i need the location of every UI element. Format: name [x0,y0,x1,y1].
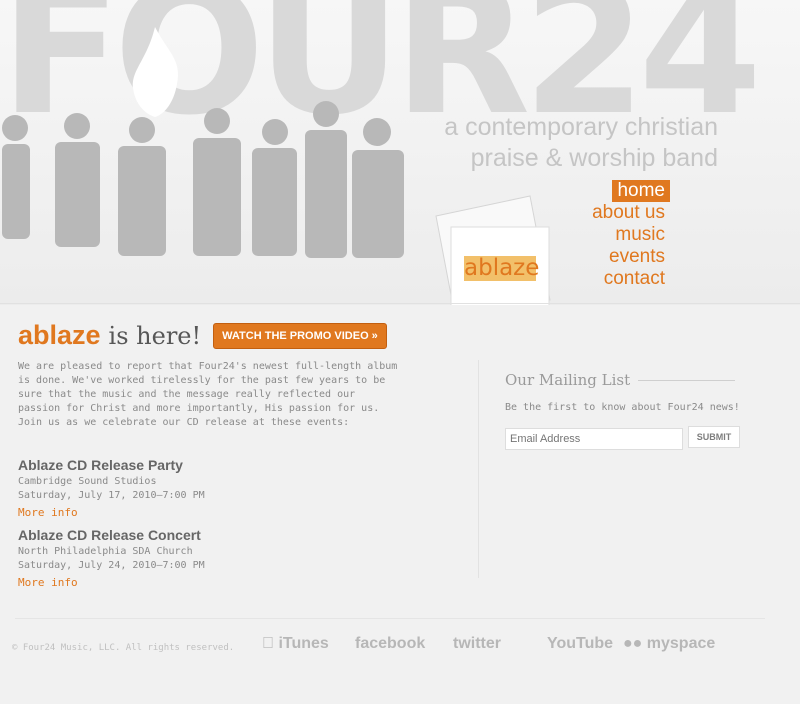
nav-item-about-us[interactable]: about us [587,202,670,224]
myspace-icon: ●● [623,635,643,652]
mailing-rule [638,379,735,381]
event-title: Ablaze CD Release Party [18,457,183,473]
mailing-title: Our Mailing List [505,371,631,389]
nav-item-music[interactable]: music [587,224,670,246]
header-divider [0,303,800,304]
mailing-header: Our Mailing List [505,371,735,389]
myspace-label: myspace [646,635,716,652]
event-2: Ablaze CD Release Concert North Philadel… [18,527,398,591]
column-separator [478,360,479,578]
myspace-link[interactable]: ●● myspace [623,635,715,653]
youtube-link[interactable]: YouTube [547,635,613,653]
nav-item-contact[interactable]: contact [587,268,670,290]
event-date: Saturday, July 24, 2010—7:00 PM [18,560,205,571]
twitter-link[interactable]: twitter [453,635,501,653]
mailing-text: Be the first to know about Four24 news! [505,402,740,413]
promo-heading: ablaze is here! WATCH THE PROMO VIDEO » [18,320,387,351]
submit-button[interactable]: SUBMIT [688,426,740,448]
facebook-link[interactable]: facebook [355,635,425,653]
main-navigation: home about us music events contact [587,180,670,290]
itunes-link[interactable]:  iTunes [262,635,329,653]
watch-promo-button[interactable]: WATCH THE PROMO VIDEO » [213,322,387,349]
event-date: Saturday, July 17, 2010—7:00 PM [18,490,205,501]
event-venue: North Philadelphia SDA Church [18,546,193,557]
promo-brand: ablaze [18,320,101,350]
tagline-line-2: praise & worship band [470,144,718,172]
band-photo [2,101,404,258]
cd-case-image: ablaze [435,195,551,305]
email-field[interactable] [505,428,683,450]
event-title: Ablaze CD Release Concert [18,527,201,543]
event-venue: Cambridge Sound Studios [18,476,157,487]
cd-ablaze-text: ablaze [464,255,539,281]
nav-item-home[interactable]: home [612,180,670,202]
event-more-info-link[interactable]: More info [18,576,78,589]
promo-text: is here! [108,321,202,350]
apple-icon:  [262,635,274,652]
event-1: Ablaze CD Release Party Cambridge Sound … [18,457,398,521]
nav-item-events[interactable]: events [587,246,670,268]
footer-divider [15,618,765,619]
intro-text: We are pleased to report that Four24's n… [18,361,398,428]
itunes-label: iTunes [262,635,328,652]
header: FOUR24 a contemporary christian praise &… [0,0,800,305]
copyright: © Four24 Music, LLC. All rights reserved… [12,643,235,653]
tagline: a contemporary christian praise & worshi… [444,112,718,174]
event-more-info-link[interactable]: More info [18,506,78,519]
tagline-line-1: a contemporary christian [444,113,718,141]
